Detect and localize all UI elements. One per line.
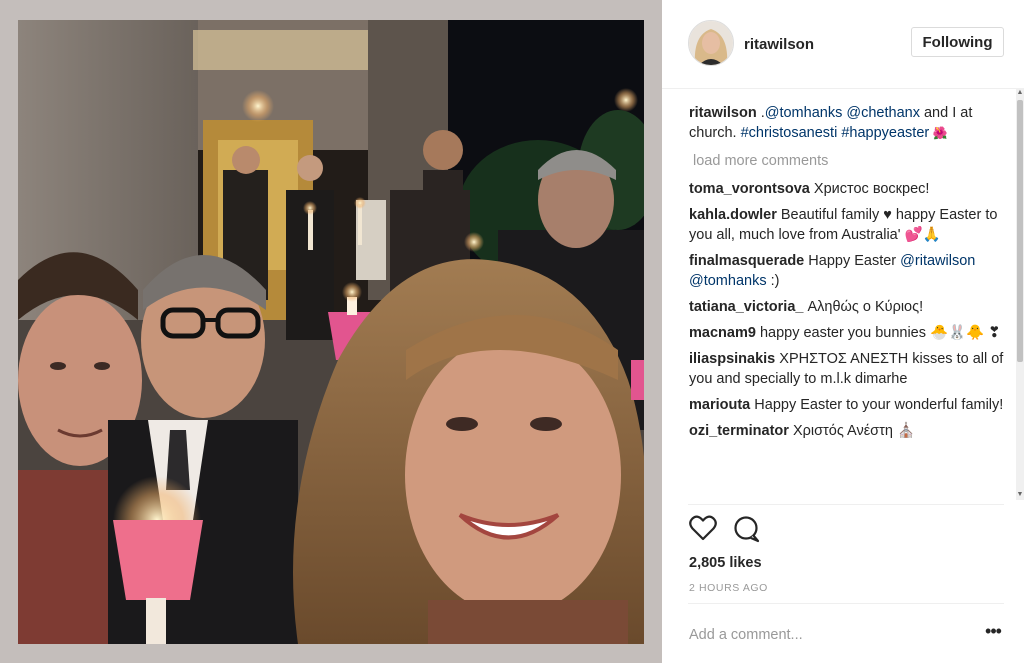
flower-emoji: 🌺 [929,126,948,140]
post-header: ritawilson Following [662,0,1024,89]
comment-username[interactable]: finalmasquerade [689,253,804,269]
heart-icon[interactable] [689,515,719,545]
post-timestamp[interactable]: 2 HOURS AGO [689,582,768,594]
comment-button-glyph [734,516,760,543]
comment-username[interactable]: tatiana_victoria_ [689,299,803,315]
username-link[interactable]: ritawilson [744,36,814,53]
divider [688,504,1004,505]
comment-item: finalmasquerade Happy Easter @ritawilson… [689,251,1009,291]
comment-item: macnam9 happy easter you bunnies 🐣🐰🐥 ❣ [689,323,1009,343]
comment-text: happy easter you bunnies 🐣🐰🐥 ❣ [759,325,1001,341]
photo-area [0,0,662,663]
comment-item: ozi_terminator Χριστός Ανέστη ⛪ [689,421,1009,441]
comment-username[interactable]: mariouta [689,397,750,413]
load-more-comments-link[interactable]: load more comments [693,151,1009,171]
following-button[interactable]: Following [911,27,1004,57]
comment-text: Χριστός Ανέστη ⛪ [792,423,915,439]
comments-scrollbar[interactable]: ▲ ▼ [1016,88,1024,500]
more-options-icon[interactable]: ••• [982,622,1004,644]
divider [688,603,1004,604]
scroll-up-arrow-icon[interactable]: ▲ [1016,88,1024,98]
avatar[interactable] [688,20,734,66]
likes-count[interactable]: 2,805 likes [689,555,762,571]
comment-username[interactable]: toma_vorontsova [689,181,810,197]
comment-username[interactable]: ozi_terminator [689,423,789,439]
hashtag-link[interactable]: #christosanesti [741,125,838,141]
comment-item: tatiana_victoria_ Αληθώς ο Κύριος! [689,297,1009,317]
comment-text: Христос воскрес! [813,181,930,197]
comment-bubble-icon[interactable] [733,515,763,545]
comment-username[interactable]: iliaspsinakis [689,351,775,367]
avatar-image [689,21,733,65]
comment-username[interactable]: macnam9 [689,325,756,341]
comment-username[interactable]: kahla.dowler [689,207,777,223]
scroll-down-arrow-icon[interactable]: ▼ [1016,490,1024,500]
comments-list[interactable]: ritawilson .@tomhanks @chethanx and I at… [689,103,1009,503]
comment-item: kahla.dowler Beautiful family ♥ happy Ea… [689,205,1009,245]
like-button-glyph [689,515,717,541]
comment-item: toma_vorontsova Христос воскрес! [689,179,1009,199]
hashtag-link[interactable]: #happyeaster [841,125,929,141]
add-comment-input[interactable] [689,624,959,646]
comment-text: Happy Easter [808,253,901,269]
mention-link[interactable]: @tomhanks [765,105,843,121]
comment-item: mariouta Happy Easter to your wonderful … [689,395,1009,415]
comment-text: Αληθώς ο Κύριος! [807,299,924,315]
post-sidebar: ritawilson Following ritawilson .@tomhan… [662,0,1024,663]
mention-link[interactable]: @chethanx [846,105,920,121]
scroll-thumb[interactable] [1017,100,1023,362]
photo-illustration [18,20,644,644]
caption: ritawilson .@tomhanks @chethanx and I at… [689,103,1009,143]
caption-username[interactable]: ritawilson [689,105,757,121]
comment-item: iliaspsinakis ΧΡΗΣΤΟΣ ΑΝΕΣΤΗ kisses to a… [689,349,1009,389]
comment-text: Happy Easter to your wonderful family! [754,397,1004,413]
post-photo[interactable] [18,20,644,644]
comment-text: :) [766,273,780,289]
